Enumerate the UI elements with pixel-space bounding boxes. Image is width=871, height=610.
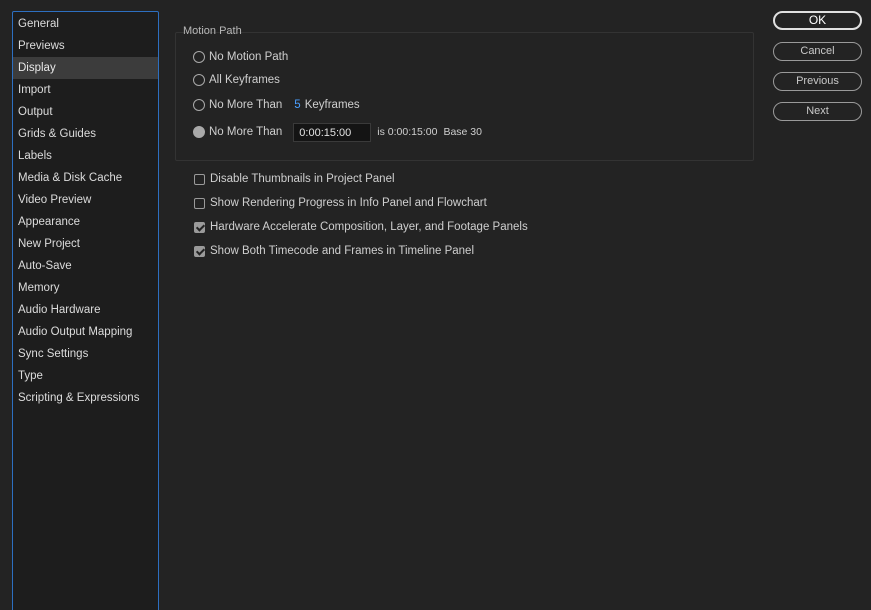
sidebar-item-type[interactable]: Type xyxy=(13,365,158,387)
timecode-info: is 0:00:15:00 xyxy=(377,126,438,138)
sidebar-item-display[interactable]: Display xyxy=(13,57,158,79)
checkbox-unchecked-icon[interactable] xyxy=(194,197,205,209)
sidebar-item-sync-settings[interactable]: Sync Settings xyxy=(13,343,158,365)
radio-no-motion-path-label: No Motion Path xyxy=(209,51,289,63)
checkbox-disable-thumbnails-label: Disable Thumbnails in Project Panel xyxy=(210,173,395,185)
radio-button-icon[interactable] xyxy=(193,74,205,86)
keyframes-count-scrubber[interactable]: 5 xyxy=(294,99,300,111)
radio-no-more-than-keyframes[interactable]: No More Than 5 Keyframes xyxy=(193,97,360,113)
sidebar-item-output[interactable]: Output xyxy=(13,101,158,123)
checkbox-checked-icon[interactable] xyxy=(194,245,205,257)
radio-all-keyframes[interactable]: All Keyframes xyxy=(193,72,280,88)
timecode-input[interactable]: 0:00:15:00 xyxy=(293,122,372,142)
radio-no-more-than-time[interactable]: No More Than 0:00:15:00 is 0:00:15:00 Ba… xyxy=(193,122,482,142)
keyframes-unit-label: Keyframes xyxy=(304,99,360,111)
checkbox-row-show-rendering-progress[interactable]: Show Rendering Progress in Info Panel an… xyxy=(194,195,487,211)
timecode-base: Base 30 xyxy=(443,126,482,138)
sidebar-item-audio-output-mapping[interactable]: Audio Output Mapping xyxy=(13,321,158,343)
radio-button-selected-icon[interactable] xyxy=(193,126,205,138)
checkbox-hardware-accelerate-label: Hardware Accelerate Composition, Layer, … xyxy=(210,221,528,233)
sidebar-item-memory[interactable]: Memory xyxy=(13,277,158,299)
checkbox-unchecked-icon[interactable] xyxy=(194,173,205,185)
radio-all-keyframes-label: All Keyframes xyxy=(209,74,280,86)
sidebar-item-import[interactable]: Import xyxy=(13,79,158,101)
checkbox-row-hardware-accelerate[interactable]: Hardware Accelerate Composition, Layer, … xyxy=(194,219,528,235)
checkbox-checked-icon[interactable] xyxy=(194,221,205,233)
sidebar-item-grids-guides[interactable]: Grids & Guides xyxy=(13,123,158,145)
preferences-category-list[interactable]: General Previews Display Import Output G… xyxy=(12,11,159,610)
sidebar-item-audio-hardware[interactable]: Audio Hardware xyxy=(13,299,158,321)
sidebar-item-media-disk-cache[interactable]: Media & Disk Cache xyxy=(13,167,158,189)
checkbox-show-timecode-frames-label: Show Both Timecode and Frames in Timelin… xyxy=(210,245,474,257)
motion-path-group-label: Motion Path xyxy=(183,25,242,37)
next-button[interactable]: Next xyxy=(773,102,862,121)
sidebar-item-labels[interactable]: Labels xyxy=(13,145,158,167)
sidebar-item-previews[interactable]: Previews xyxy=(13,35,158,57)
radio-no-more-than-keyframes-label: No More Than xyxy=(209,99,283,111)
ok-button[interactable]: OK xyxy=(773,11,862,30)
radio-no-more-than-time-label: No More Than xyxy=(209,126,283,138)
cancel-button[interactable]: Cancel xyxy=(773,42,862,61)
sidebar-item-new-project[interactable]: New Project xyxy=(13,233,158,255)
sidebar-item-appearance[interactable]: Appearance xyxy=(13,211,158,233)
preferences-dialog: General Previews Display Import Output G… xyxy=(0,0,871,610)
radio-button-icon[interactable] xyxy=(193,99,205,111)
radio-no-motion-path[interactable]: No Motion Path xyxy=(193,49,288,65)
sidebar-item-auto-save[interactable]: Auto-Save xyxy=(13,255,158,277)
sidebar-item-video-preview[interactable]: Video Preview xyxy=(13,189,158,211)
checkbox-show-rendering-progress-label: Show Rendering Progress in Info Panel an… xyxy=(210,197,487,209)
radio-button-icon[interactable] xyxy=(193,51,205,63)
checkbox-row-show-timecode-frames[interactable]: Show Both Timecode and Frames in Timelin… xyxy=(194,243,474,259)
sidebar-item-scripting-expressions[interactable]: Scripting & Expressions xyxy=(13,387,158,409)
sidebar-item-general[interactable]: General xyxy=(13,13,158,35)
checkbox-row-disable-thumbnails[interactable]: Disable Thumbnails in Project Panel xyxy=(194,171,395,187)
previous-button[interactable]: Previous xyxy=(773,72,862,91)
